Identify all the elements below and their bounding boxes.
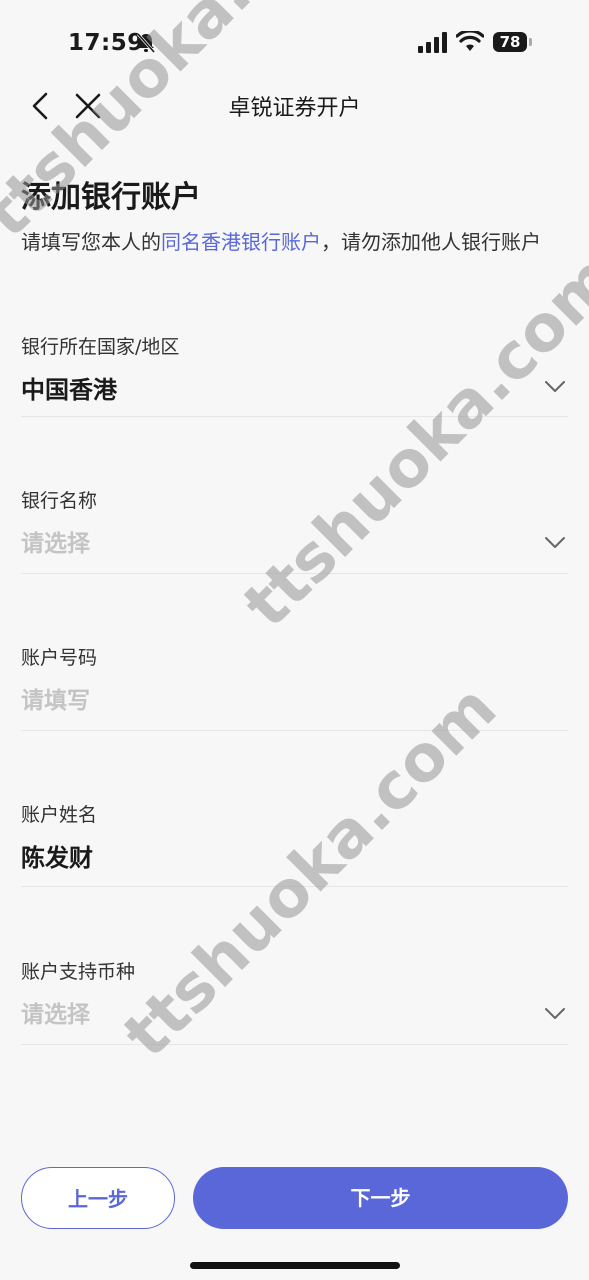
- watermark: ttshuoka.com: [230, 241, 589, 643]
- chevron-down-icon[interactable]: [544, 380, 566, 394]
- account-name-field[interactable]: 账户姓名 陈发财: [21, 800, 568, 887]
- next-step-button[interactable]: 下一步: [193, 1167, 568, 1229]
- description-prefix: 请填写您本人的: [21, 230, 161, 254]
- bank-name-label: 银行名称: [21, 490, 98, 512]
- same-name-account-link[interactable]: 同名香港银行账户: [161, 230, 321, 254]
- battery-tip: [529, 38, 532, 46]
- account-name-label: 账户姓名: [21, 804, 98, 826]
- description-suffix: ，请勿添加他人银行账户: [321, 230, 541, 254]
- page-title: 添加银行账户: [21, 180, 201, 215]
- battery-indicator: 78: [493, 32, 533, 54]
- bell-muted-icon: [136, 33, 156, 53]
- nav-bar: 卓锐证券开户: [0, 84, 589, 128]
- bank-name-field[interactable]: 银行名称 请选择: [21, 486, 568, 574]
- currency-label: 账户支持币种: [21, 961, 136, 983]
- status-time: 17:59: [68, 30, 144, 56]
- account-name-value[interactable]: 陈发财: [21, 841, 568, 875]
- bank-country-field[interactable]: 银行所在国家/地区 中国香港: [21, 332, 568, 417]
- wifi-icon: [456, 31, 484, 51]
- account-number-field[interactable]: 账户号码 请填写: [21, 643, 568, 731]
- currency-field[interactable]: 账户支持币种 请选择: [21, 957, 568, 1045]
- battery-level: 78: [493, 32, 527, 52]
- bank-name-select[interactable]: 请选择: [21, 527, 568, 561]
- chevron-down-icon[interactable]: [544, 536, 566, 550]
- signal-icon: [418, 32, 447, 53]
- nav-title: 卓锐证券开户: [228, 96, 361, 121]
- bank-country-value[interactable]: 中国香港: [21, 373, 568, 407]
- home-indicator: [190, 1262, 400, 1269]
- bank-country-label: 银行所在国家/地区: [21, 336, 180, 358]
- currency-select[interactable]: 请选择: [21, 998, 568, 1032]
- chevron-down-icon[interactable]: [544, 1007, 566, 1021]
- account-number-input[interactable]: 请填写: [21, 684, 568, 718]
- page-description: 请填写您本人的同名香港银行账户，请勿添加他人银行账户: [21, 227, 566, 257]
- previous-step-button[interactable]: 上一步: [21, 1167, 175, 1229]
- account-number-label: 账户号码: [21, 647, 98, 669]
- status-bar: 17:59 78: [0, 0, 589, 88]
